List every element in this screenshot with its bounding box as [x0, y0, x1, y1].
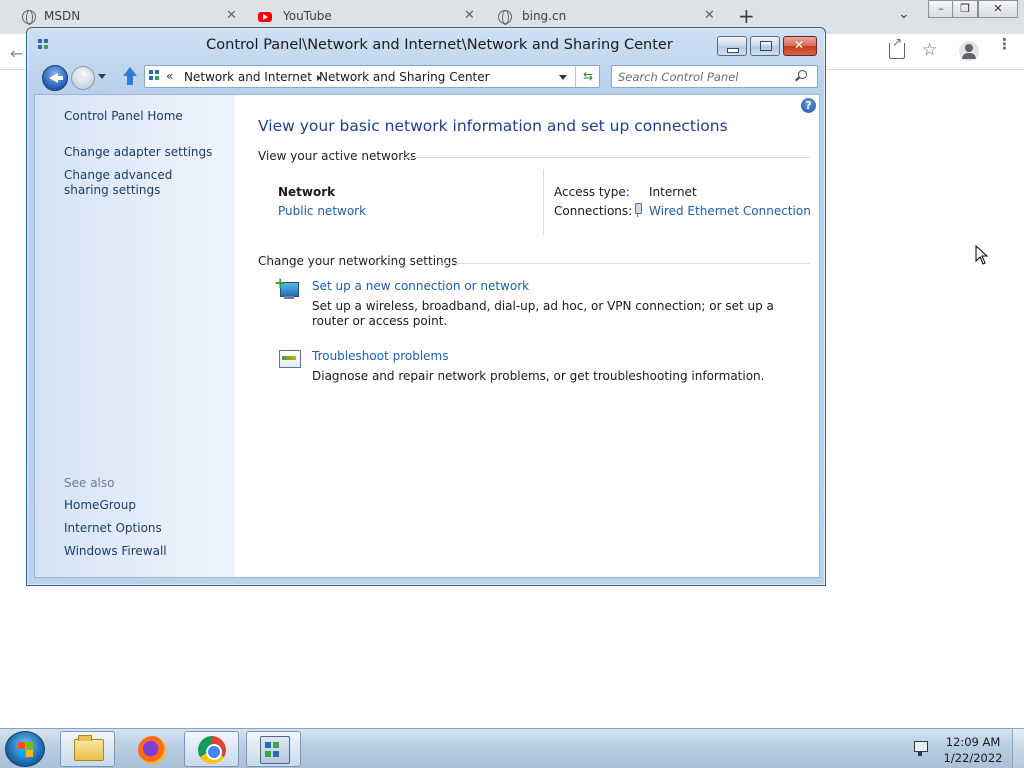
tab-title: bing.cn — [522, 9, 567, 23]
share-icon[interactable] — [889, 35, 905, 59]
settings-heading: Change your networking settings — [258, 254, 458, 268]
chevron-down-icon[interactable]: ⌄ — [898, 6, 910, 22]
taskbar-firefox-button[interactable] — [124, 731, 179, 767]
minimize-button[interactable] — [717, 36, 747, 56]
search-icon[interactable] — [798, 70, 807, 79]
help-icon[interactable]: ? — [801, 98, 816, 113]
breadcrumb-network-and-internet[interactable]: Network and Internet — [184, 70, 312, 84]
active-networks-heading: View your active networks — [258, 149, 417, 163]
content-area: Control Panel Home Change adapter settin… — [34, 94, 820, 578]
access-type-label: Access type: — [554, 185, 630, 199]
globe-icon — [498, 10, 512, 25]
kebab-menu-icon[interactable]: ⋮ — [997, 37, 1012, 52]
globe-icon — [22, 10, 36, 25]
taskbar: 12:09 AM 1/22/2022 — [0, 728, 1024, 768]
clock-time: 12:09 AM — [945, 735, 1001, 749]
divider — [438, 263, 810, 264]
sidebar-item-control-panel-home[interactable]: Control Panel Home — [64, 109, 224, 124]
close-icon[interactable]: ✕ — [464, 8, 475, 23]
sidebar-item-change-advanced-sharing[interactable]: Change advanced sharing settings — [64, 168, 214, 198]
tab-title: YouTube — [283, 9, 332, 23]
search-box[interactable] — [611, 65, 818, 88]
recent-pages-dropdown[interactable] — [98, 74, 106, 79]
forward-button[interactable] — [71, 66, 95, 90]
control-panel-window: Control Panel\Network and Internet\Netwo… — [26, 27, 826, 586]
see-also-heading: See also — [64, 476, 115, 490]
up-arrow-icon[interactable] — [121, 67, 139, 87]
connection-link[interactable]: Wired Ethernet Connection — [649, 204, 811, 218]
tab-title: MSDN — [44, 9, 81, 23]
close-button[interactable] — [783, 36, 817, 56]
sidebar-item-change-adapter-settings[interactable]: Change adapter settings — [64, 145, 224, 160]
taskbar-chrome-button[interactable] — [184, 731, 239, 767]
new-tab-button[interactable]: + — [738, 4, 755, 28]
close-button[interactable]: ✕ — [978, 0, 1018, 18]
show-desktop-button[interactable] — [1012, 729, 1024, 768]
taskbar-explorer-button[interactable] — [60, 731, 115, 767]
close-icon[interactable]: ✕ — [704, 8, 715, 23]
troubleshoot-description: Diagnose and repair network problems, or… — [312, 369, 765, 383]
back-button[interactable] — [42, 65, 68, 91]
network-tray-icon[interactable] — [914, 741, 932, 757]
network-setup-icon — [274, 274, 301, 300]
connections-label: Connections: — [554, 204, 633, 218]
ethernet-icon — [634, 203, 642, 217]
address-bar[interactable]: « Network and Internet Network and Shari… — [144, 65, 600, 88]
clock[interactable]: 12:09 AM 1/22/2022 — [938, 734, 1008, 766]
maximize-button[interactable] — [750, 36, 780, 56]
star-icon[interactable]: ☆ — [922, 40, 937, 60]
folder-icon — [74, 735, 104, 761]
control-panel-icon — [260, 736, 290, 764]
start-button[interactable] — [5, 731, 45, 767]
youtube-icon — [258, 12, 272, 22]
main-panel: ? View your basic network information an… — [235, 95, 819, 577]
firefox-icon — [138, 736, 166, 764]
search-input[interactable] — [618, 69, 788, 85]
network-type-link[interactable]: Public network — [278, 204, 366, 218]
access-type-value: Internet — [649, 185, 697, 199]
setup-connection-link[interactable]: Set up a new connection or network — [312, 279, 529, 293]
minimize-button[interactable]: – — [928, 0, 954, 18]
taskbar-control-panel-button[interactable] — [246, 731, 301, 767]
troubleshoot-icon — [277, 348, 301, 370]
divider — [543, 169, 544, 235]
setup-connection-description: Set up a wireless, broadband, dial-up, a… — [312, 299, 774, 328]
clock-date: 1/22/2022 — [943, 751, 1003, 765]
sidebar-item-internet-options[interactable]: Internet Options — [64, 521, 224, 536]
divider — [402, 157, 810, 158]
breadcrumb-network-and-sharing-center[interactable]: Network and Sharing Center — [319, 70, 490, 84]
chrome-icon — [198, 736, 226, 764]
control-panel-icon — [149, 70, 162, 83]
refresh-icon[interactable]: ⇆ — [575, 66, 600, 87]
sidebar: Control Panel Home Change adapter settin… — [35, 95, 235, 577]
restore-button[interactable]: ❐ — [952, 0, 978, 18]
page-title: View your basic network information and … — [258, 117, 728, 135]
address-dropdown-button[interactable] — [559, 75, 567, 80]
sidebar-item-homegroup[interactable]: HomeGroup — [64, 498, 224, 513]
sidebar-item-windows-firewall[interactable]: Windows Firewall — [64, 544, 224, 559]
troubleshoot-link[interactable]: Troubleshoot problems — [312, 349, 448, 363]
breadcrumb-overflow-button[interactable]: « — [166, 69, 173, 83]
profile-avatar[interactable] — [959, 41, 979, 61]
window-title: Control Panel\Network and Internet\Netwo… — [206, 37, 673, 53]
back-arrow-icon[interactable]: ← — [10, 44, 23, 63]
network-name: Network — [278, 185, 336, 199]
